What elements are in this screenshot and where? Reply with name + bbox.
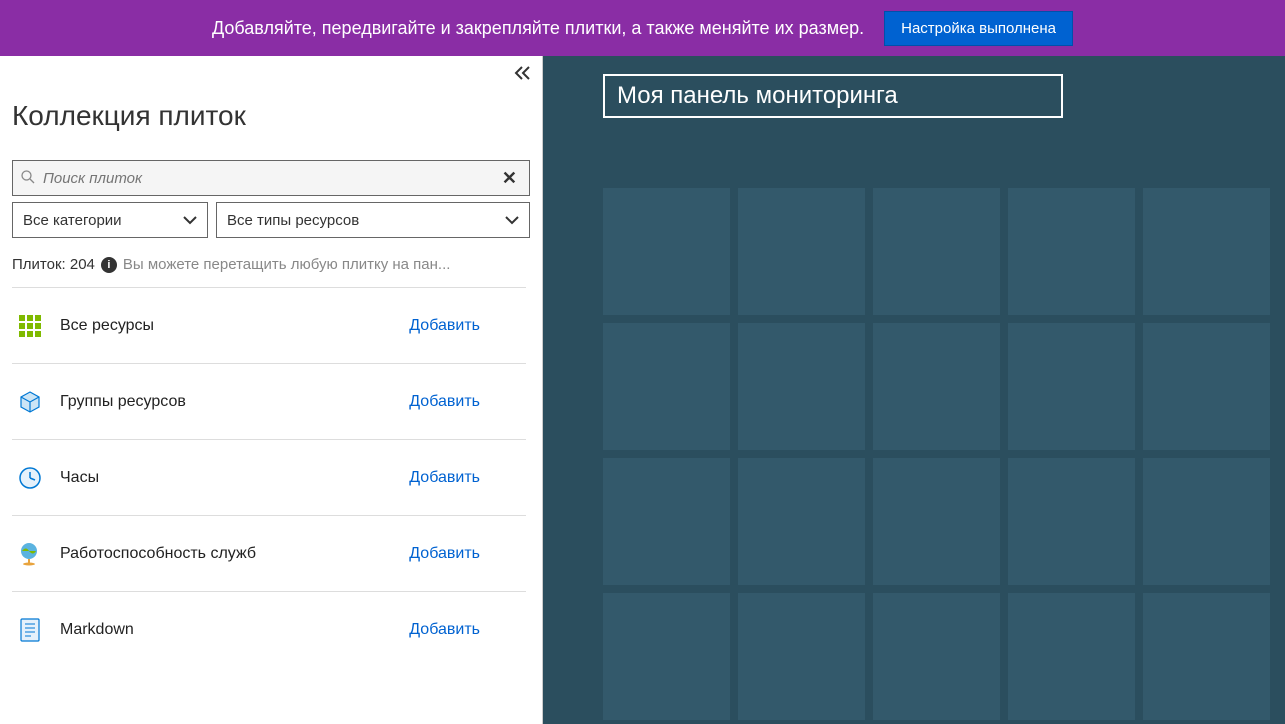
resource-type-filter-dropdown[interactable]: Все типы ресурсов	[216, 202, 530, 238]
grid-cell[interactable]	[1008, 593, 1135, 720]
tile-count-row: Плиток: 204 i Вы можете перетащить любую…	[12, 256, 530, 273]
grid-cell[interactable]	[603, 593, 730, 720]
cube-icon	[18, 390, 42, 414]
grid-cell[interactable]	[1008, 188, 1135, 315]
tile-item[interactable]: MarkdownДобавить	[12, 591, 526, 667]
add-tile-button[interactable]: Добавить	[409, 393, 480, 411]
dashboard-canvas[interactable]	[543, 56, 1285, 724]
tile-item[interactable]: ЧасыДобавить	[12, 439, 526, 515]
top-banner: Добавляйте, передвигайте и закрепляйте п…	[0, 0, 1285, 56]
tile-count: Плиток: 204	[12, 256, 95, 273]
doc-icon	[18, 618, 42, 642]
grid-cell[interactable]	[603, 188, 730, 315]
add-tile-button[interactable]: Добавить	[409, 621, 480, 639]
chevron-down-icon	[505, 212, 519, 228]
tile-label: Часы	[60, 469, 409, 487]
resource-type-filter-label: Все типы ресурсов	[227, 212, 359, 229]
globe-icon	[18, 542, 42, 566]
grid-cell[interactable]	[1143, 323, 1270, 450]
grid-cell[interactable]	[1143, 188, 1270, 315]
category-filter-dropdown[interactable]: Все категории	[12, 202, 208, 238]
add-tile-button[interactable]: Добавить	[409, 545, 480, 563]
grid-cell[interactable]	[603, 458, 730, 585]
grid-cell[interactable]	[873, 458, 1000, 585]
clock-icon	[18, 466, 42, 490]
category-filter-label: Все категории	[23, 212, 122, 229]
grid-cell[interactable]	[1143, 458, 1270, 585]
grid-cell[interactable]	[873, 323, 1000, 450]
grid-cell[interactable]	[1008, 458, 1135, 585]
banner-text: Добавляйте, передвигайте и закрепляйте п…	[212, 18, 864, 39]
collapse-panel-button[interactable]	[514, 64, 532, 85]
grid-cell[interactable]	[738, 188, 865, 315]
panel-title: Коллекция плиток	[12, 100, 530, 132]
grid-cell[interactable]	[738, 458, 865, 585]
grid-cell[interactable]	[1143, 593, 1270, 720]
clear-search-button[interactable]: ✕	[498, 168, 521, 189]
tile-item[interactable]: Работоспособность службДобавить	[12, 515, 526, 591]
done-customizing-button[interactable]: Настройка выполнена	[884, 11, 1073, 46]
grid-cell[interactable]	[873, 593, 1000, 720]
tile-list[interactable]: Все ресурсыДобавить Группы ресурсовДобав…	[12, 287, 530, 724]
tile-gallery-panel: Коллекция плиток ✕ Все категории Все тип…	[0, 56, 543, 724]
grid-cell[interactable]	[738, 323, 865, 450]
tile-item[interactable]: Группы ресурсовДобавить	[12, 363, 526, 439]
clock-icon	[18, 466, 42, 490]
chevron-down-icon	[183, 212, 197, 228]
tile-label: Markdown	[60, 621, 409, 639]
dashboard-title-input[interactable]	[617, 82, 1049, 110]
dashboard-title-editor[interactable]	[603, 74, 1063, 118]
grid-cell[interactable]	[873, 188, 1000, 315]
search-input[interactable]	[43, 170, 498, 187]
grid-cell[interactable]	[738, 593, 865, 720]
dashboard-grid[interactable]	[603, 188, 1225, 720]
cube-icon	[18, 390, 42, 414]
add-tile-button[interactable]: Добавить	[409, 469, 480, 487]
doc-icon	[19, 618, 41, 642]
drag-hint-text: Вы можете перетащить любую плитку на пан…	[123, 256, 451, 273]
grid-icon	[19, 315, 41, 337]
globe-icon	[18, 542, 42, 566]
grid-cell[interactable]	[603, 323, 730, 450]
chevron-double-left-icon	[514, 66, 532, 80]
info-icon[interactable]: i	[101, 257, 117, 273]
add-tile-button[interactable]: Добавить	[409, 317, 480, 335]
grid-icon	[18, 314, 42, 338]
search-box[interactable]: ✕	[12, 160, 530, 196]
tile-item[interactable]: Все ресурсыДобавить	[12, 287, 526, 363]
tile-label: Работоспособность служб	[60, 545, 409, 563]
search-icon	[21, 170, 35, 187]
grid-cell[interactable]	[1008, 323, 1135, 450]
tile-label: Все ресурсы	[60, 317, 409, 335]
tile-label: Группы ресурсов	[60, 393, 409, 411]
